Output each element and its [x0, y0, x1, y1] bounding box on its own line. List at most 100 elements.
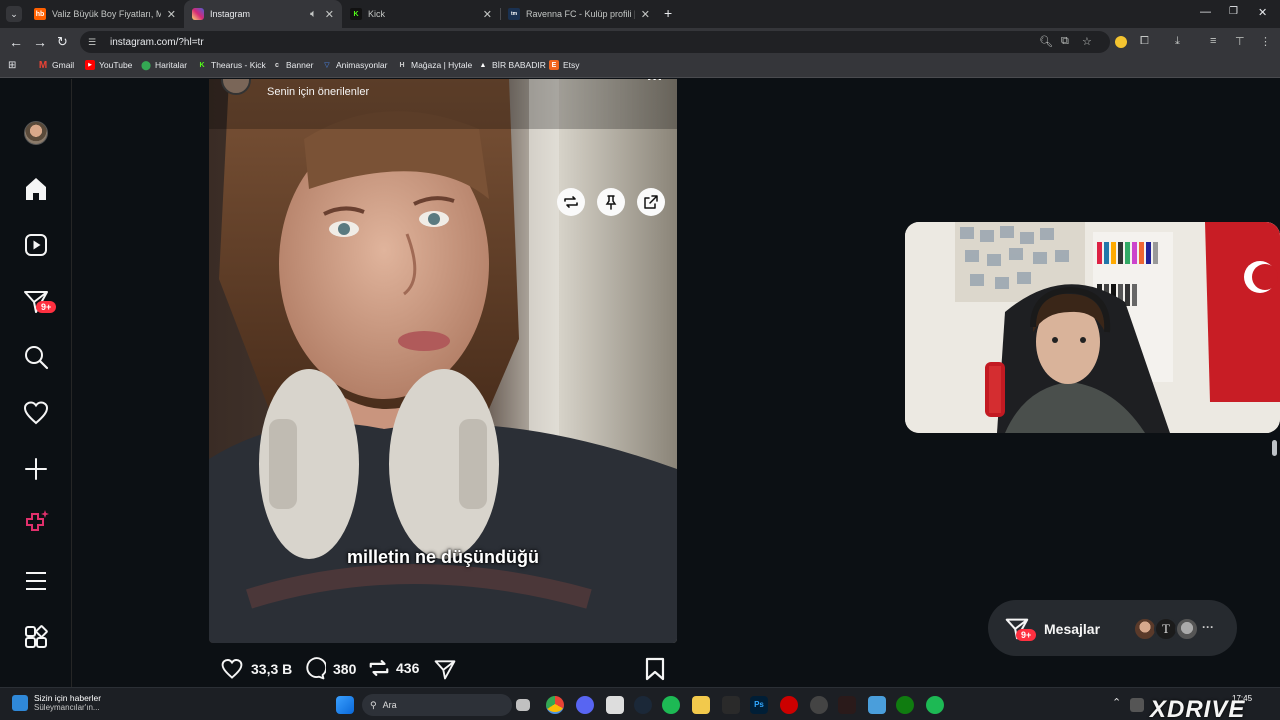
tab-instagram[interactable]: Instagram 🔈︎ ✕ [184, 0, 342, 28]
profile-icon[interactable]: ⊤ [1235, 35, 1245, 48]
bookmark-label: Thearus - Kick [211, 60, 266, 70]
download-icon[interactable]: ⤓ [1175, 35, 1180, 48]
tab-title: Ravenna FC - Kulüp profili | Trans [526, 9, 635, 19]
epic-games-icon[interactable] [722, 696, 740, 714]
bookmark-animasyonlar[interactable]: ▽ Animasyonlar [322, 60, 387, 70]
apps-grid-icon[interactable]: ⊞ [8, 60, 16, 71]
menu-icon[interactable]: ⋮ [1260, 35, 1271, 48]
spotify-icon[interactable] [926, 696, 944, 714]
media-control-icon[interactable]: ≡ [1210, 35, 1216, 47]
file-explorer-icon[interactable] [692, 696, 710, 714]
instagram-sidebar: 9+ [0, 79, 72, 687]
install-app-icon[interactable]: ⧉ [1061, 35, 1069, 48]
bookmark-bir-babadir[interactable]: ▲ BİR BABADIR [478, 60, 546, 70]
speaker-icon[interactable]: 🔈︎ [310, 8, 317, 21]
forward-icon[interactable]: → [33, 34, 47, 50]
bookmarks-bar: ⊞ M Gmail ▶ YouTube ⬤ Haritalar K Thearus - … [0, 56, 1280, 78]
minimize-icon[interactable]: — [1200, 6, 1211, 18]
search-icon[interactable] [22, 343, 50, 371]
repost-icon [564, 196, 578, 208]
youtube-icon: ▶ [85, 60, 95, 70]
heart-icon[interactable] [22, 399, 50, 427]
bookmark-haritalar[interactable]: ⬤ Haritalar [141, 60, 187, 71]
bookmark-star-icon[interactable]: ☆ [1082, 35, 1092, 48]
close-tab-icon[interactable]: ✕ [167, 8, 176, 21]
messages-button[interactable]: 9+ Mesajlar T ··· [988, 600, 1237, 656]
extension-badge-icon[interactable] [1115, 36, 1127, 48]
news-widget-icon [12, 694, 28, 711]
close-tab-icon[interactable]: ✕ [641, 8, 650, 21]
restore-icon[interactable]: ❐ [1229, 6, 1238, 17]
message-avatar [1175, 617, 1199, 641]
app-icon[interactable] [810, 696, 828, 714]
photoshop-icon[interactable]: Ps [750, 696, 768, 714]
tab-search-button[interactable]: ⌄ [6, 6, 22, 22]
etsy-icon: E [549, 60, 559, 70]
xdrive-watermark: XDRIVE [1150, 696, 1246, 720]
spotify-icon[interactable] [662, 696, 680, 714]
also-from-meta-icon[interactable] [22, 623, 50, 651]
window-close-icon[interactable]: ✕ [1258, 6, 1267, 19]
kick-icon: K [199, 61, 205, 69]
browser-tab-strip: ⌄ hb Valiz Büyük Boy Fiyatları, Model ✕ … [0, 0, 1280, 28]
bookmark-etsy[interactable]: E Etsy [549, 60, 580, 70]
avatar[interactable] [24, 121, 48, 145]
reload-icon[interactable]: ↻ [57, 34, 68, 50]
search-icon: ⚲ [370, 699, 377, 710]
share-action[interactable] [433, 657, 457, 681]
pin-button[interactable] [597, 188, 625, 216]
news-widget[interactable]: Sizin için haberler Süleymancılar'ın... [12, 693, 101, 712]
new-tab-button[interactable]: + [664, 5, 672, 21]
tab-ravenna[interactable]: tm Ravenna FC - Kulüp profili | Trans ✕ [500, 0, 658, 28]
windows-start-icon[interactable] [336, 696, 354, 714]
open-external-button[interactable] [637, 188, 665, 216]
photos-icon[interactable] [868, 696, 886, 714]
bookmark-youtube[interactable]: ▶ YouTube [85, 60, 132, 70]
zoom-icon[interactable]: 🔍︎ [1039, 35, 1053, 48]
like-action[interactable]: 33,3 B [220, 657, 292, 681]
remix-button[interactable] [557, 188, 585, 216]
more-menu-icon[interactable] [22, 567, 50, 595]
xbox-icon[interactable] [896, 696, 914, 714]
discord-icon[interactable] [576, 696, 594, 714]
bookmark-gmail[interactable]: M Gmail [38, 59, 74, 71]
bookmark-label: Mağaza | Hytale [411, 60, 473, 70]
taskbar-search[interactable]: ⚲ Ara [362, 694, 512, 716]
bookmark-banner[interactable]: c Banner [272, 60, 313, 70]
valorant-icon[interactable] [838, 696, 856, 714]
obs-icon[interactable] [606, 696, 624, 714]
redragon-icon[interactable] [780, 696, 798, 714]
gmail-icon: M [38, 59, 48, 71]
tab-kick[interactable]: K Kick ✕ [342, 0, 500, 28]
bookmark-label: YouTube [99, 60, 133, 70]
reels-icon[interactable] [22, 231, 50, 259]
steam-icon[interactable] [634, 696, 652, 714]
webcam-feed-image [905, 222, 1280, 433]
home-icon[interactable] [22, 175, 50, 203]
chrome-icon[interactable] [546, 696, 564, 714]
page-scrollbar[interactable] [1272, 440, 1277, 456]
back-icon[interactable]: ← [9, 34, 23, 50]
close-tab-icon[interactable]: ✕ [325, 8, 334, 21]
like-count: 33,3 B [251, 661, 293, 677]
messages-badge: 9+ [1016, 629, 1037, 641]
tray-chevron-icon[interactable]: ⌃ [1112, 696, 1121, 709]
meta-ai-icon[interactable] [22, 508, 50, 536]
more-options-icon[interactable]: ··· [647, 79, 663, 89]
address-bar[interactable]: ☰ instagram.com/?hl=tr [80, 31, 1110, 53]
bookmark-thearus-kick[interactable]: K Thearus - Kick [197, 60, 266, 70]
reel-video[interactable]: Senin için önerilenler ··· milletin ne d… [209, 79, 677, 643]
bookmark-hytale[interactable]: H Mağaza | Hytale [397, 60, 472, 70]
extensions-icon[interactable]: ⧠ [1140, 35, 1149, 48]
comment-action[interactable]: 380 [302, 657, 356, 681]
close-tab-icon[interactable]: ✕ [483, 8, 492, 21]
repost-action[interactable]: 436 [368, 657, 419, 679]
news-title: Sizin için haberler [34, 693, 102, 703]
task-view-icon[interactable] [516, 699, 530, 711]
create-plus-icon[interactable] [22, 455, 50, 483]
tab-valiz[interactable]: hb Valiz Büyük Boy Fiyatları, Model ✕ [26, 0, 184, 28]
repost-count: 436 [396, 660, 420, 676]
tray-app-icon[interactable] [1130, 698, 1144, 712]
site-info-icon[interactable]: ☰ [88, 37, 100, 47]
save-action[interactable] [644, 657, 666, 681]
